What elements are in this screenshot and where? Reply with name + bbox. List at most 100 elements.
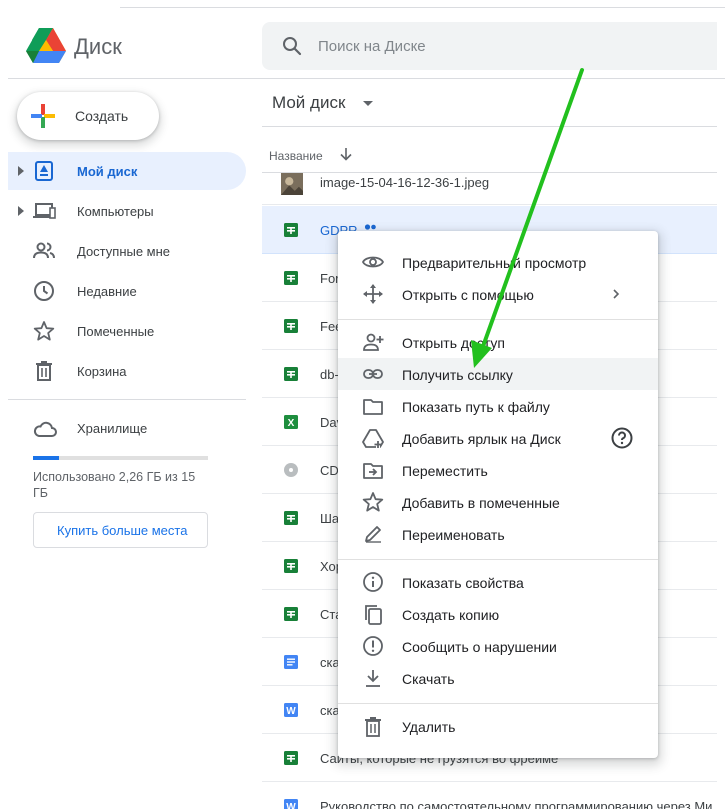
excel-file-icon: X xyxy=(284,415,298,429)
menu-item-label: Показать путь к файлу xyxy=(402,399,550,415)
sheet-file-icon xyxy=(284,271,298,285)
sidebar-item-label: Недавние xyxy=(77,284,137,299)
storage-usage-bar xyxy=(33,456,208,460)
expand-caret-icon[interactable] xyxy=(18,206,24,216)
menu-item-info[interactable]: Показать свойства xyxy=(338,566,658,598)
column-header-name[interactable]: Название xyxy=(269,149,323,163)
my-drive-icon xyxy=(35,161,53,181)
sheet-file-icon xyxy=(284,751,298,765)
chevron-right-icon xyxy=(613,289,620,299)
pencil-icon xyxy=(365,526,381,543)
page-title[interactable]: Мой диск xyxy=(272,93,345,113)
sidebar-item-label: Корзина xyxy=(77,364,127,379)
sheet-file-icon xyxy=(284,559,298,573)
star-icon xyxy=(362,492,384,512)
menu-item-person-add[interactable]: Открыть доступ xyxy=(338,326,658,358)
sheet-file-icon xyxy=(284,223,298,237)
file-row[interactable]: W Руководство по самостоятельному програм… xyxy=(262,782,717,809)
sidebar-item-label: Компьютеры xyxy=(77,204,154,219)
menu-item-label: Получить ссылку xyxy=(402,367,513,383)
search-input[interactable] xyxy=(318,22,698,70)
word-file-icon: W xyxy=(284,703,298,717)
sidebar-item-recent[interactable]: Недавние xyxy=(8,272,246,310)
file-name: ска xyxy=(320,655,340,670)
svg-text:W: W xyxy=(286,802,296,809)
sidebar-item-trash[interactable]: Корзина xyxy=(8,352,246,390)
file-name: For xyxy=(320,271,340,286)
menu-item-move[interactable]: Открыть с помощью xyxy=(338,278,658,310)
drive-shortcut-icon xyxy=(362,429,384,448)
menu-item-star[interactable]: Добавить в помеченные xyxy=(338,486,658,518)
main-divider xyxy=(262,126,717,127)
arrow-down-icon[interactable] xyxy=(338,146,354,162)
star-icon xyxy=(33,321,55,341)
sidebar-item-computers[interactable]: Компьютеры xyxy=(8,192,246,230)
create-button[interactable]: Создать xyxy=(17,92,159,140)
context-menu: Предварительный просмотр Открыть с помощь… xyxy=(338,231,658,758)
menu-separator xyxy=(338,703,658,704)
chevron-down-icon[interactable] xyxy=(363,101,373,106)
help-icon[interactable] xyxy=(610,426,634,450)
sidebar-item-my-drive[interactable]: Мой диск xyxy=(8,152,246,190)
menu-item-label: Создать копию xyxy=(402,607,500,623)
trash-icon xyxy=(365,717,381,737)
cloud-icon xyxy=(33,421,57,437)
buy-storage-button[interactable]: Купить больше места xyxy=(33,512,208,548)
menu-item-pencil[interactable]: Переименовать xyxy=(338,518,658,550)
sheet-file-icon xyxy=(284,367,298,381)
trash-icon xyxy=(36,361,52,381)
file-name: db- xyxy=(320,367,339,382)
menu-item-link[interactable]: Получить ссылку xyxy=(338,358,658,390)
people-icon xyxy=(33,242,55,259)
svg-text:W: W xyxy=(286,706,296,717)
storage-title[interactable]: Хранилище xyxy=(77,421,147,436)
menu-item-label: Предварительный просмотр xyxy=(402,255,587,271)
menu-separator xyxy=(338,319,658,320)
expand-caret-icon[interactable] xyxy=(18,166,24,176)
sheet-file-icon xyxy=(284,319,298,333)
menu-item-trash[interactable]: Удалить xyxy=(338,710,658,742)
menu-item-label: Добавить в помеченные xyxy=(402,495,560,511)
sidebar-item-starred[interactable]: Помеченные xyxy=(8,312,246,350)
storage-used-text: Использовано 2,26 ГБ из 15 ГБ xyxy=(33,470,196,500)
menu-item-download[interactable]: Скачать xyxy=(338,662,658,694)
search-icon[interactable] xyxy=(280,34,304,58)
menu-item-report[interactable]: Сообщить о нарушении xyxy=(338,630,658,662)
link-icon xyxy=(363,369,383,379)
disc-file-icon xyxy=(284,463,298,477)
folder-icon xyxy=(363,399,383,415)
plus-icon xyxy=(31,104,55,128)
word-file-icon: W xyxy=(284,799,298,809)
menu-item-folder[interactable]: Показать путь к файлу xyxy=(338,390,658,422)
menu-item-move-to-folder[interactable]: Переместить xyxy=(338,454,658,486)
menu-item-label: Сообщить о нарушении xyxy=(402,639,557,655)
search-bar[interactable] xyxy=(262,22,717,70)
menu-item-label: Добавить ярлык на Диск xyxy=(402,431,561,447)
sheet-file-icon xyxy=(284,511,298,525)
svg-text:X: X xyxy=(288,418,295,429)
sheet-file-icon xyxy=(284,607,298,621)
menu-item-label: Переименовать xyxy=(402,527,505,543)
drive-logo-icon xyxy=(26,28,66,63)
menu-item-copy[interactable]: Создать копию xyxy=(338,598,658,630)
sidebar-divider xyxy=(8,399,246,400)
menu-item-label: Открыть доступ xyxy=(402,335,505,351)
download-icon xyxy=(366,670,380,687)
eye-icon xyxy=(362,256,384,268)
menu-item-drive-shortcut[interactable]: Добавить ярлык на Диск xyxy=(338,422,658,454)
file-name: image-15-04-16-12-36-1.jpeg xyxy=(320,175,490,190)
file-row[interactable]: image-15-04-16-12-36-1.jpeg xyxy=(262,165,717,205)
sidebar-item-label: Доступные мне xyxy=(77,244,171,259)
sidebar-item-shared[interactable]: Доступные мне xyxy=(8,232,246,270)
clock-icon xyxy=(34,281,54,301)
create-button-label: Создать xyxy=(75,108,129,124)
file-name: Руководство по самостоятельному программ… xyxy=(320,799,713,809)
menu-item-label: Переместить xyxy=(402,463,488,479)
menu-item-label: Показать свойства xyxy=(402,575,524,591)
computers-icon xyxy=(33,203,56,219)
image-thumbnail-icon xyxy=(281,173,303,195)
menu-item-eye[interactable]: Предварительный просмотр xyxy=(338,246,658,278)
report-icon xyxy=(363,636,383,656)
info-icon xyxy=(363,572,383,592)
top-edge-line xyxy=(120,0,725,8)
